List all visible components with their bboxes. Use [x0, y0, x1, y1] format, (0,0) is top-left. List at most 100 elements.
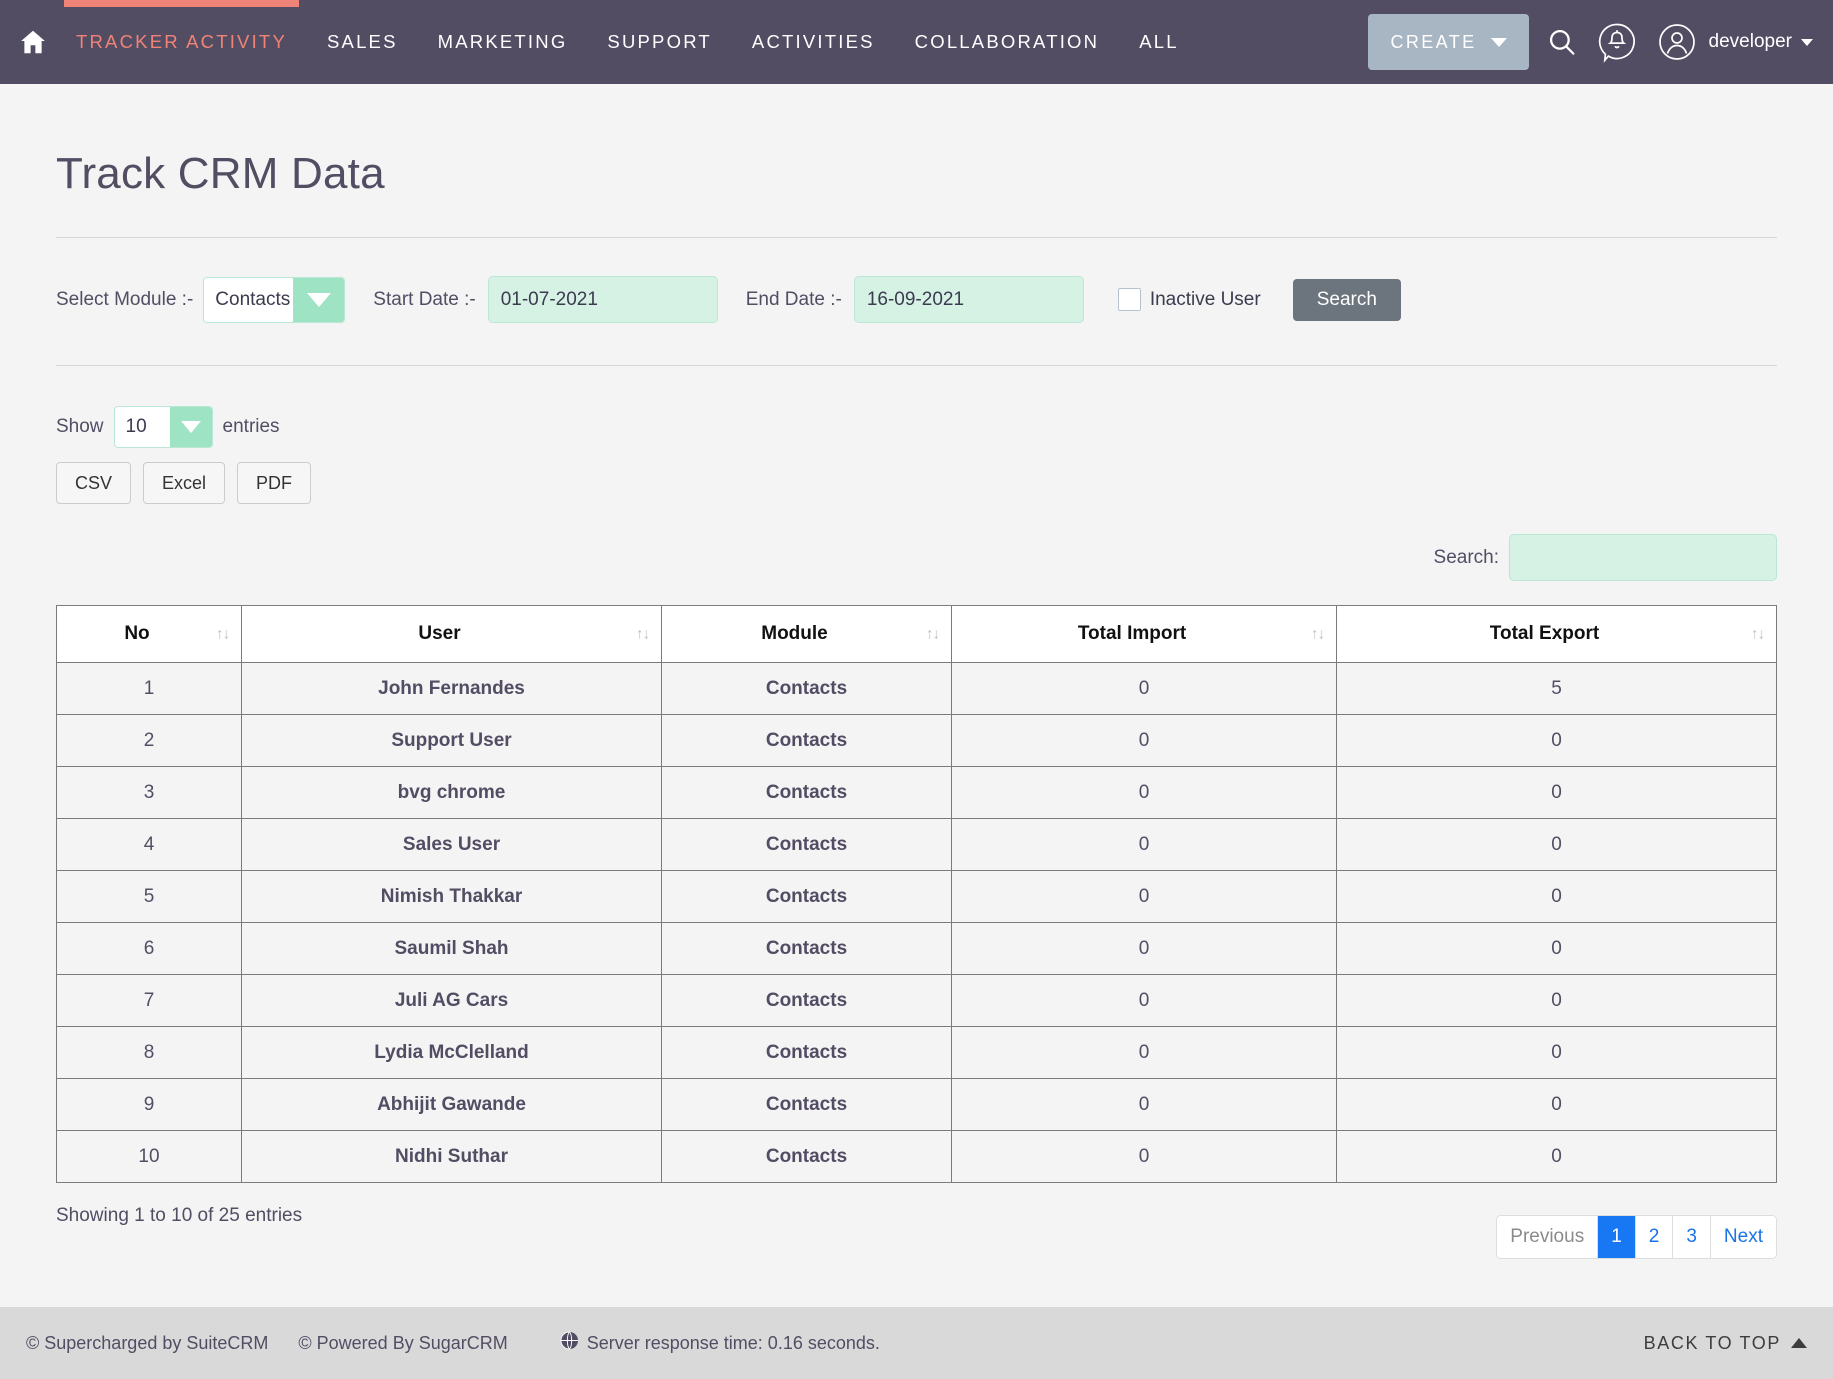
- cell-module: Contacts: [661, 818, 952, 871]
- cell-no: 5: [56, 870, 242, 923]
- checkbox-box: [1117, 288, 1141, 311]
- pagination-page-3[interactable]: 3: [1673, 1216, 1711, 1258]
- cell-module: Contacts: [661, 714, 952, 767]
- column-header-total-export[interactable]: Total Export ↑↓: [1336, 605, 1777, 663]
- table-row: 9 Abhijit Gawande Contacts 0 0: [56, 1078, 1777, 1131]
- cell-user: John Fernandes: [241, 662, 662, 715]
- nav-item-support[interactable]: SUPPORT: [587, 0, 732, 84]
- nav-item-activities[interactable]: ACTIVITIES: [732, 0, 895, 84]
- footer-suitecrm: © Supercharged by SuiteCRM: [26, 1332, 269, 1353]
- sort-icon: ↑↓: [1311, 625, 1325, 643]
- cell-total-export: 0: [1336, 818, 1777, 871]
- user-avatar-icon[interactable]: [1655, 20, 1699, 64]
- column-label: Total Export: [1489, 623, 1600, 644]
- show-entries-control: Show 10 entries: [56, 406, 280, 448]
- home-button[interactable]: [0, 0, 56, 84]
- table-search-input[interactable]: [1509, 534, 1777, 581]
- cell-no: 3: [56, 766, 242, 819]
- pagination-page-2[interactable]: 2: [1635, 1216, 1674, 1258]
- start-date-input[interactable]: [487, 276, 718, 323]
- nav-item-label: ACTIVITIES: [751, 31, 875, 52]
- cell-total-export: 0: [1336, 974, 1777, 1027]
- chevron-down-icon: [1801, 38, 1813, 46]
- module-select[interactable]: Contacts: [203, 276, 346, 323]
- start-date-label: Start Date :-: [373, 288, 476, 310]
- nav-item-label: SUPPORT: [607, 31, 712, 52]
- chevron-down-icon: [1490, 37, 1507, 47]
- cell-total-import: 0: [951, 1026, 1337, 1079]
- pagination: Previous 1 2 3 Next: [1496, 1215, 1777, 1259]
- entries-label: entries: [222, 416, 280, 437]
- column-header-no[interactable]: No ↑↓: [56, 605, 242, 663]
- table-row: 4 Sales User Contacts 0 0: [56, 818, 1777, 871]
- cell-total-export: 5: [1336, 662, 1777, 715]
- cell-total-import: 0: [951, 922, 1337, 975]
- search-icon[interactable]: [1545, 25, 1579, 59]
- sort-icon: ↑↓: [636, 625, 650, 643]
- cell-user: Support User: [241, 714, 662, 767]
- cell-user: Saumil Shah: [241, 922, 662, 975]
- table-row: 8 Lydia McClelland Contacts 0 0: [56, 1026, 1777, 1079]
- nav-item-label: TRACKER ACTIVITY: [76, 31, 287, 52]
- inactive-user-label: Inactive User: [1149, 288, 1261, 310]
- inactive-user-checkbox[interactable]: Inactive User: [1117, 288, 1261, 311]
- user-menu[interactable]: developer: [1709, 31, 1813, 53]
- pagination-next[interactable]: Next: [1710, 1216, 1776, 1258]
- column-label: Module: [761, 623, 828, 644]
- page-length-select[interactable]: 10: [113, 406, 213, 448]
- cell-module: Contacts: [661, 1078, 952, 1131]
- nav-item-all[interactable]: ALL: [1119, 0, 1199, 84]
- cell-user: Sales User: [241, 818, 662, 871]
- table-row: 3 bvg chrome Contacts 0 0: [56, 766, 1777, 819]
- end-date-input[interactable]: [853, 276, 1084, 323]
- server-time-text: Server response time: 0.16 seconds.: [586, 1332, 880, 1353]
- export-csv-button[interactable]: CSV: [56, 462, 132, 504]
- nav-item-tracker-activity[interactable]: TRACKER ACTIVITY: [56, 0, 307, 84]
- show-label: Show: [56, 416, 104, 437]
- cell-total-import: 0: [951, 870, 1337, 923]
- search-button[interactable]: Search: [1292, 278, 1401, 321]
- top-navbar: TRACKER ACTIVITY SALES MARKETING SUPPORT…: [0, 0, 1833, 84]
- column-label: No: [124, 623, 150, 644]
- cell-total-import: 0: [951, 974, 1337, 1027]
- nav-item-label: SALES: [326, 31, 398, 52]
- cell-total-export: 0: [1336, 1026, 1777, 1079]
- table-row: 2 Support User Contacts 0 0: [56, 714, 1777, 767]
- module-select-value: Contacts: [215, 288, 291, 310]
- nav-item-collaboration[interactable]: COLLABORATION: [895, 0, 1120, 84]
- notification-bell-icon[interactable]: [1595, 20, 1639, 64]
- table-row: 5 Nimish Thakkar Contacts 0 0: [56, 870, 1777, 923]
- nav-item-label: COLLABORATION: [914, 31, 1100, 52]
- cell-total-export: 0: [1336, 714, 1777, 767]
- showing-entries-text: Showing 1 to 10 of 25 entries: [56, 1205, 303, 1226]
- page-footer: © Supercharged by SuiteCRM © Powered By …: [0, 1307, 1833, 1379]
- cell-no: 1: [56, 662, 242, 715]
- home-icon: [18, 27, 48, 57]
- page-content: Track CRM Data Select Module :- Contacts…: [0, 149, 1833, 1259]
- cell-no: 8: [56, 1026, 242, 1079]
- cell-total-export: 0: [1336, 870, 1777, 923]
- create-button[interactable]: CREATE: [1368, 14, 1529, 70]
- cell-user: Lydia McClelland: [241, 1026, 662, 1079]
- username-label: developer: [1708, 31, 1792, 52]
- cell-user: bvg chrome: [241, 766, 662, 819]
- nav-item-label: MARKETING: [437, 31, 568, 52]
- export-excel-button[interactable]: Excel: [143, 462, 226, 504]
- back-to-top-button[interactable]: BACK TO TOP: [1644, 1333, 1807, 1354]
- nav-item-label: ALL: [1139, 31, 1179, 52]
- column-header-module[interactable]: Module ↑↓: [661, 605, 952, 663]
- create-button-label: CREATE: [1390, 31, 1477, 52]
- cell-total-export: 0: [1336, 1130, 1777, 1183]
- nav-item-marketing[interactable]: MARKETING: [418, 0, 588, 84]
- table-row: 1 John Fernandes Contacts 0 5: [56, 662, 1777, 715]
- export-pdf-button[interactable]: PDF: [237, 462, 312, 504]
- column-header-user[interactable]: User ↑↓: [241, 605, 662, 663]
- table-body: 1 John Fernandes Contacts 0 5 2 Support User Co…: [56, 662, 1777, 1183]
- cell-no: 9: [56, 1078, 242, 1131]
- chevron-down-icon: [293, 277, 345, 322]
- pagination-page-1[interactable]: 1: [1598, 1216, 1636, 1258]
- cell-user: Abhijit Gawande: [241, 1078, 662, 1131]
- pagination-previous[interactable]: Previous: [1497, 1216, 1599, 1258]
- nav-item-sales[interactable]: SALES: [307, 0, 418, 84]
- column-header-total-import[interactable]: Total Import ↑↓: [951, 605, 1337, 663]
